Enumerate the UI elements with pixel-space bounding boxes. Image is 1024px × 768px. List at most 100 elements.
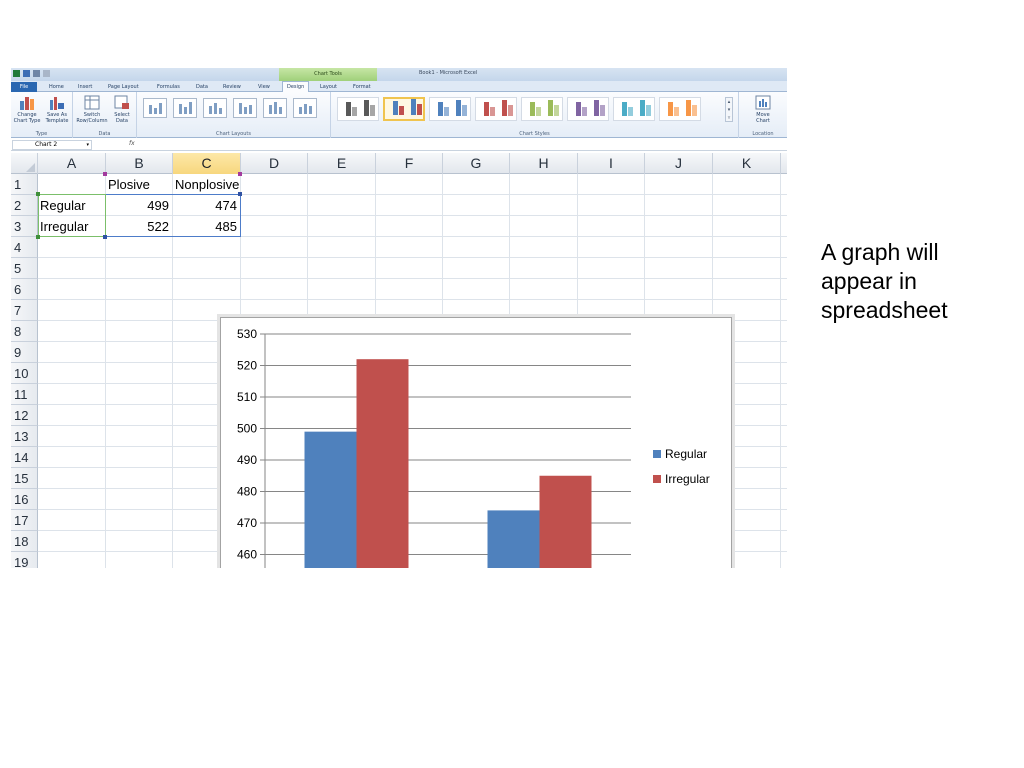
chart-layout-5[interactable] xyxy=(263,98,287,118)
y-tick-label: 520 xyxy=(237,359,257,373)
values-range-handle[interactable] xyxy=(238,192,242,196)
save-template-icon xyxy=(49,95,65,110)
tab-review[interactable]: Review xyxy=(219,82,245,92)
tab-home[interactable]: Home xyxy=(45,82,68,92)
cell-c1[interactable]: Nonplosive xyxy=(175,174,255,195)
column-header-j[interactable]: J xyxy=(645,153,713,174)
row-header-8[interactable]: 8 xyxy=(11,321,38,342)
cell-a2[interactable]: Regular xyxy=(40,195,104,216)
move-chart-button[interactable]: Move Chart xyxy=(747,95,779,124)
y-tick-label: 530 xyxy=(237,327,257,341)
name-box[interactable]: Chart 2 ▾ xyxy=(12,140,92,150)
clustered-column-chart: 450460470480490500510520530Plosive Nonplo… xyxy=(237,327,710,568)
tab-layout[interactable]: Layout xyxy=(316,82,341,92)
row-header-17[interactable]: 17 xyxy=(11,510,38,531)
select-data-button[interactable]: Select Data xyxy=(109,95,135,124)
category-range-handle[interactable] xyxy=(36,192,40,196)
cell-b3[interactable]: 522 xyxy=(105,216,169,237)
row-header-4[interactable]: 4 xyxy=(11,237,38,258)
row-header-5[interactable]: 5 xyxy=(11,258,38,279)
row-header-11[interactable]: 11 xyxy=(11,384,38,405)
row-header-18[interactable]: 18 xyxy=(11,531,38,552)
row-header-6[interactable]: 6 xyxy=(11,279,38,300)
chart-style-2[interactable] xyxy=(383,97,425,121)
chart-layout-1[interactable] xyxy=(143,98,167,118)
row-header-9[interactable]: 9 xyxy=(11,342,38,363)
chart-style-6[interactable] xyxy=(567,97,609,121)
chart-style-3[interactable] xyxy=(429,97,471,121)
redo-icon[interactable] xyxy=(43,70,50,77)
cell-b1[interactable]: Plosive xyxy=(108,174,172,195)
row-header-13[interactable]: 13 xyxy=(11,426,38,447)
column-header-c[interactable]: C xyxy=(173,153,241,174)
column-header-d[interactable]: D xyxy=(241,153,308,174)
row-header-15[interactable]: 15 xyxy=(11,468,38,489)
save-icon[interactable] xyxy=(23,70,30,77)
undo-icon[interactable] xyxy=(33,70,40,77)
tab-format[interactable]: Format xyxy=(349,82,375,92)
tab-file[interactable]: File xyxy=(11,82,37,92)
ribbon-tabs: File Home Insert Page Layout Formulas Da… xyxy=(11,81,787,92)
chart-layout-4[interactable] xyxy=(233,98,257,118)
series-range-handle[interactable] xyxy=(103,172,107,176)
row-header-19[interactable]: 19 xyxy=(11,552,38,568)
tab-page-layout[interactable]: Page Layout xyxy=(104,82,143,92)
ribbon-group-data: Switch Row/Column Select Data Data xyxy=(73,92,137,138)
chart-layout-2[interactable] xyxy=(173,98,197,118)
excel-logo-icon xyxy=(13,70,20,77)
column-header-g[interactable]: G xyxy=(443,153,510,174)
chart-layout-3[interactable] xyxy=(203,98,227,118)
tab-insert[interactable]: Insert xyxy=(74,82,96,92)
chart-layout-6[interactable] xyxy=(293,98,317,118)
row-header-7[interactable]: 7 xyxy=(11,300,38,321)
ribbon-group-location: Move Chart Location xyxy=(739,92,787,138)
series-range-handle[interactable] xyxy=(238,172,242,176)
chart-tools-label: Chart Tools xyxy=(279,68,377,81)
chart-style-8[interactable] xyxy=(659,97,701,121)
column-header-h[interactable]: H xyxy=(510,153,578,174)
move-chart-icon xyxy=(755,95,771,110)
tab-view[interactable]: View xyxy=(254,82,274,92)
row-header-10[interactable]: 10 xyxy=(11,363,38,384)
tab-data[interactable]: Data xyxy=(192,82,212,92)
chart-object[interactable]: 450 460 470 480 490 500 510 520 530 Plosive Nonplo… xyxy=(220,317,732,568)
chart-style-1[interactable] xyxy=(337,97,379,121)
column-header-e[interactable]: E xyxy=(308,153,376,174)
y-tick-label: 490 xyxy=(237,453,257,467)
cell-b2[interactable]: 499 xyxy=(105,195,169,216)
bar-regular-nonplosive xyxy=(487,510,540,568)
category-range-handle[interactable] xyxy=(36,235,40,239)
column-header-k[interactable]: K xyxy=(713,153,781,174)
row-header-2[interactable]: 2 xyxy=(11,195,38,216)
save-as-template-button[interactable]: Save As Template xyxy=(42,95,72,124)
column-header-b[interactable]: B xyxy=(106,153,173,174)
tab-formulas[interactable]: Formulas xyxy=(153,82,184,92)
chart-style-5[interactable] xyxy=(521,97,563,121)
chart-styles-scroll[interactable]: ▴ ▾ ▿ xyxy=(725,97,733,122)
row-header-3[interactable]: 3 xyxy=(11,216,38,237)
change-chart-type-button[interactable]: Change Chart Type xyxy=(12,95,42,124)
column-header-i[interactable]: I xyxy=(578,153,645,174)
chevron-down-icon[interactable]: ▾ xyxy=(86,141,89,149)
column-header-f[interactable]: F xyxy=(376,153,443,174)
title-bar: Chart Tools Book1 - Microsoft Excel xyxy=(11,68,787,81)
quick-access-toolbar xyxy=(13,70,50,77)
cell-c3[interactable]: 485 xyxy=(172,216,237,237)
chart-style-4[interactable] xyxy=(475,97,517,121)
select-all-corner[interactable] xyxy=(11,153,38,174)
row-header-12[interactable]: 12 xyxy=(11,405,38,426)
fx-icon[interactable]: fx xyxy=(129,140,135,147)
switch-row-column-icon xyxy=(84,95,100,110)
row-header-14[interactable]: 14 xyxy=(11,447,38,468)
cell-c2[interactable]: 474 xyxy=(172,195,237,216)
name-box-value: Chart 2 xyxy=(35,141,58,148)
row-header-16[interactable]: 16 xyxy=(11,489,38,510)
tab-design[interactable]: Design xyxy=(282,81,310,92)
chart-style-7[interactable] xyxy=(613,97,655,121)
cell-a3[interactable]: Irregular xyxy=(40,216,104,237)
row-header-1[interactable]: 1 xyxy=(11,174,38,195)
y-tick-label: 480 xyxy=(237,485,257,499)
values-range-handle[interactable] xyxy=(103,235,107,239)
column-header-a[interactable]: A xyxy=(38,153,106,174)
switch-row-column-button[interactable]: Switch Row/Column xyxy=(75,95,109,124)
